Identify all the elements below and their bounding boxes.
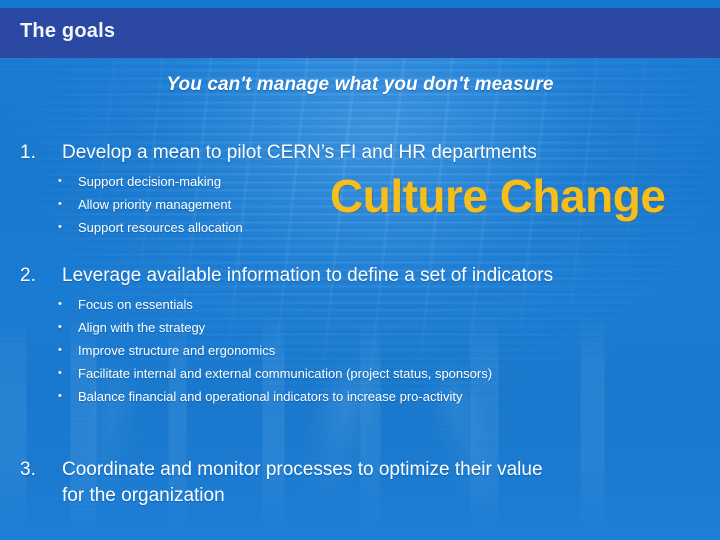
list-item: • Balance financial and operational indi… <box>20 385 710 408</box>
bullet-icon: • <box>58 344 62 356</box>
list-item: • Facilitate internal and external commu… <box>20 362 710 385</box>
bullet-icon: • <box>58 298 62 310</box>
slide-subtitle: You can't manage what you don't measure <box>166 74 554 95</box>
goal-item-3: 3. Coordinate and monitor processes to o… <box>20 457 710 509</box>
bullet-icon: • <box>58 321 62 333</box>
slide-title: The goals <box>20 20 116 42</box>
goal-title-line: Develop a mean to pilot CERN’s FI and HR… <box>62 142 537 163</box>
list-item-label: Focus on essentials <box>78 297 193 312</box>
bullet-icon: • <box>58 198 62 210</box>
list-item-label: Align with the strategy <box>78 320 206 335</box>
list-item-label: Balance financial and operational indica… <box>78 389 463 404</box>
goal-sub-bullet-list: • Focus on essentials • Align with the s… <box>20 293 710 408</box>
slide-content: You can't manage what you don't measure … <box>0 0 720 540</box>
list-item-label: Improve structure and ergonomics <box>78 343 276 358</box>
goal-title: Coordinate and monitor processes to opti… <box>62 457 710 509</box>
goal-title-line: Leverage available information to define… <box>62 265 554 286</box>
bullet-icon: • <box>58 390 62 402</box>
goal-title-line: for the organization <box>62 485 225 506</box>
goal-heading: 1. Develop a mean to pilot CERN’s FI and… <box>20 140 710 166</box>
bullet-icon: • <box>58 175 62 187</box>
culture-change-overlay-text: Culture Change <box>330 170 666 222</box>
goal-number: 2. <box>20 265 36 286</box>
goal-heading: 2. Leverage available information to def… <box>20 263 710 289</box>
goal-number: 1. <box>20 142 36 163</box>
bullet-icon: • <box>58 367 62 379</box>
bullet-icon: • <box>58 221 62 233</box>
goal-heading: 3. Coordinate and monitor processes to o… <box>20 457 710 509</box>
goal-number: 3. <box>20 459 36 480</box>
goal-item-2: 2. Leverage available information to def… <box>20 263 710 408</box>
goal-title-line: Coordinate and monitor processes to opti… <box>62 459 543 480</box>
goal-title: Develop a mean to pilot CERN’s FI and HR… <box>62 140 710 166</box>
list-item: • Align with the strategy <box>20 316 710 339</box>
goal-title: Leverage available information to define… <box>62 263 710 289</box>
list-item: • Focus on essentials <box>20 293 710 316</box>
list-item-label: Facilitate internal and external communi… <box>78 366 493 381</box>
slide-title-bar: The goals <box>0 8 720 58</box>
list-item: • Improve structure and ergonomics <box>20 339 710 362</box>
presentation-slide: The goals You can't manage what you don'… <box>0 0 720 540</box>
